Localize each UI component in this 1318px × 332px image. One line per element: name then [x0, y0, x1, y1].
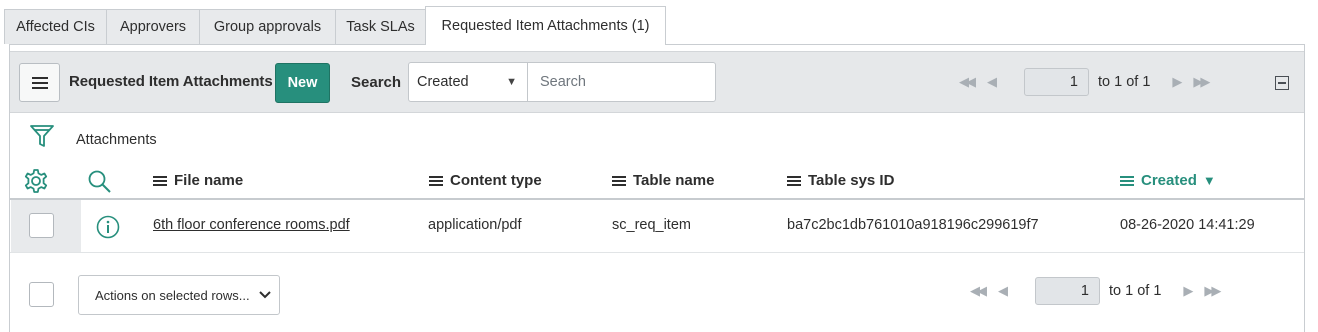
- info-icon[interactable]: [96, 215, 120, 242]
- column-header-table-sys-id[interactable]: Table sys ID: [787, 172, 894, 189]
- page-number-input[interactable]: 1: [1024, 68, 1089, 96]
- tab-affected-cis[interactable]: Affected CIs: [4, 9, 107, 44]
- column-header-created[interactable]: Created ▼: [1120, 172, 1216, 189]
- bottom-pagination: ◀◀ ◀ 1 to 1 of 1 ▶ ▶▶: [970, 277, 1221, 305]
- page-range-text: to 1 of 1: [1109, 283, 1162, 299]
- page-number-value: 1: [1069, 74, 1078, 90]
- tab-group-approvals[interactable]: Group approvals: [199, 9, 336, 44]
- last-page-icon[interactable]: ▶▶: [1204, 283, 1221, 299]
- page-number-input[interactable]: 1: [1035, 277, 1100, 305]
- new-button[interactable]: New: [275, 63, 330, 103]
- filter-breadcrumb[interactable]: Attachments: [76, 132, 157, 148]
- search-field-select[interactable]: Created ▼: [408, 62, 528, 102]
- next-page-icon[interactable]: ▶: [1172, 74, 1182, 90]
- list-menu-button[interactable]: [19, 63, 60, 102]
- tab-task-slas[interactable]: Task SLAs: [335, 9, 426, 44]
- column-header-label: Created: [1141, 172, 1197, 189]
- search-field-value: Created: [417, 74, 469, 90]
- related-list-tabs: Affected CIs Approvers Group approvals T…: [0, 0, 1318, 45]
- next-page-icon[interactable]: ▶: [1183, 283, 1193, 299]
- table-name-cell: sc_req_item: [612, 217, 691, 233]
- tab-label: Affected CIs: [16, 19, 95, 35]
- gear-icon[interactable]: [23, 168, 49, 197]
- tab-requested-item-attachments[interactable]: Requested Item Attachments (1): [425, 6, 666, 45]
- column-header-label: File name: [174, 172, 244, 189]
- column-menu-icon[interactable]: [612, 174, 626, 188]
- sort-descending-icon: ▼: [1202, 173, 1216, 188]
- row-checkbox-cell: [11, 200, 81, 252]
- chevron-down-icon: [259, 291, 271, 299]
- page-number-value: 1: [1080, 283, 1089, 299]
- actions-on-selected-rows-select[interactable]: Actions on selected rows...: [78, 275, 280, 315]
- table-sys-id-cell: ba7c2bc1db761010a918196c299619f7: [787, 217, 1039, 233]
- collapse-icon[interactable]: [1275, 76, 1289, 90]
- tab-label: Group approvals: [213, 19, 322, 35]
- last-page-icon[interactable]: ▶▶: [1193, 74, 1210, 90]
- search-label: Search: [351, 74, 402, 91]
- previous-page-icon[interactable]: ◀: [987, 74, 997, 90]
- search-input[interactable]: [527, 62, 716, 102]
- column-menu-icon[interactable]: [1120, 174, 1134, 188]
- content-type-cell: application/pdf: [428, 217, 522, 233]
- select-all-checkbox[interactable]: [29, 282, 54, 307]
- tab-label: Approvers: [119, 19, 187, 35]
- tab-label: Task SLAs: [346, 19, 415, 35]
- related-list-panel: Requested Item Attachments New Search Cr…: [9, 45, 1305, 332]
- funnel-icon[interactable]: [29, 123, 55, 152]
- page-range-text: to 1 of 1: [1098, 74, 1151, 90]
- created-cell: 08-26-2020 14:41:29: [1120, 217, 1255, 233]
- row-divider: [10, 252, 1304, 253]
- column-header-content-type[interactable]: Content type: [429, 172, 542, 189]
- first-page-icon[interactable]: ◀◀: [970, 283, 987, 299]
- header-divider: [10, 198, 1304, 200]
- row-checkbox[interactable]: [29, 213, 54, 238]
- list-title: Requested Item Attachments: [69, 73, 273, 90]
- tab-label: Requested Item Attachments (1): [441, 18, 650, 34]
- caret-down-icon: ▼: [506, 76, 517, 88]
- column-header-label: Table sys ID: [808, 172, 895, 189]
- column-header-label: Content type: [450, 172, 542, 189]
- column-menu-icon[interactable]: [787, 174, 801, 188]
- file-name-link[interactable]: 6th floor conference rooms.pdf: [153, 217, 350, 233]
- column-menu-icon[interactable]: [429, 174, 443, 188]
- column-header-table-name[interactable]: Table name: [612, 172, 714, 189]
- search-icon[interactable]: [87, 169, 113, 198]
- column-header-label: Table name: [633, 172, 715, 189]
- actions-select-label: Actions on selected rows...: [95, 287, 250, 303]
- previous-page-icon[interactable]: ◀: [998, 283, 1008, 299]
- column-menu-icon[interactable]: [153, 174, 167, 188]
- list-toolbar: Requested Item Attachments New Search Cr…: [10, 51, 1304, 113]
- first-page-icon[interactable]: ◀◀: [959, 74, 976, 90]
- column-header-file-name[interactable]: File name: [153, 172, 243, 189]
- top-pagination: ◀◀ ◀ 1 to 1 of 1 ▶ ▶▶: [959, 68, 1210, 96]
- hamburger-menu-icon: [31, 76, 48, 89]
- tab-approvers[interactable]: Approvers: [106, 9, 200, 44]
